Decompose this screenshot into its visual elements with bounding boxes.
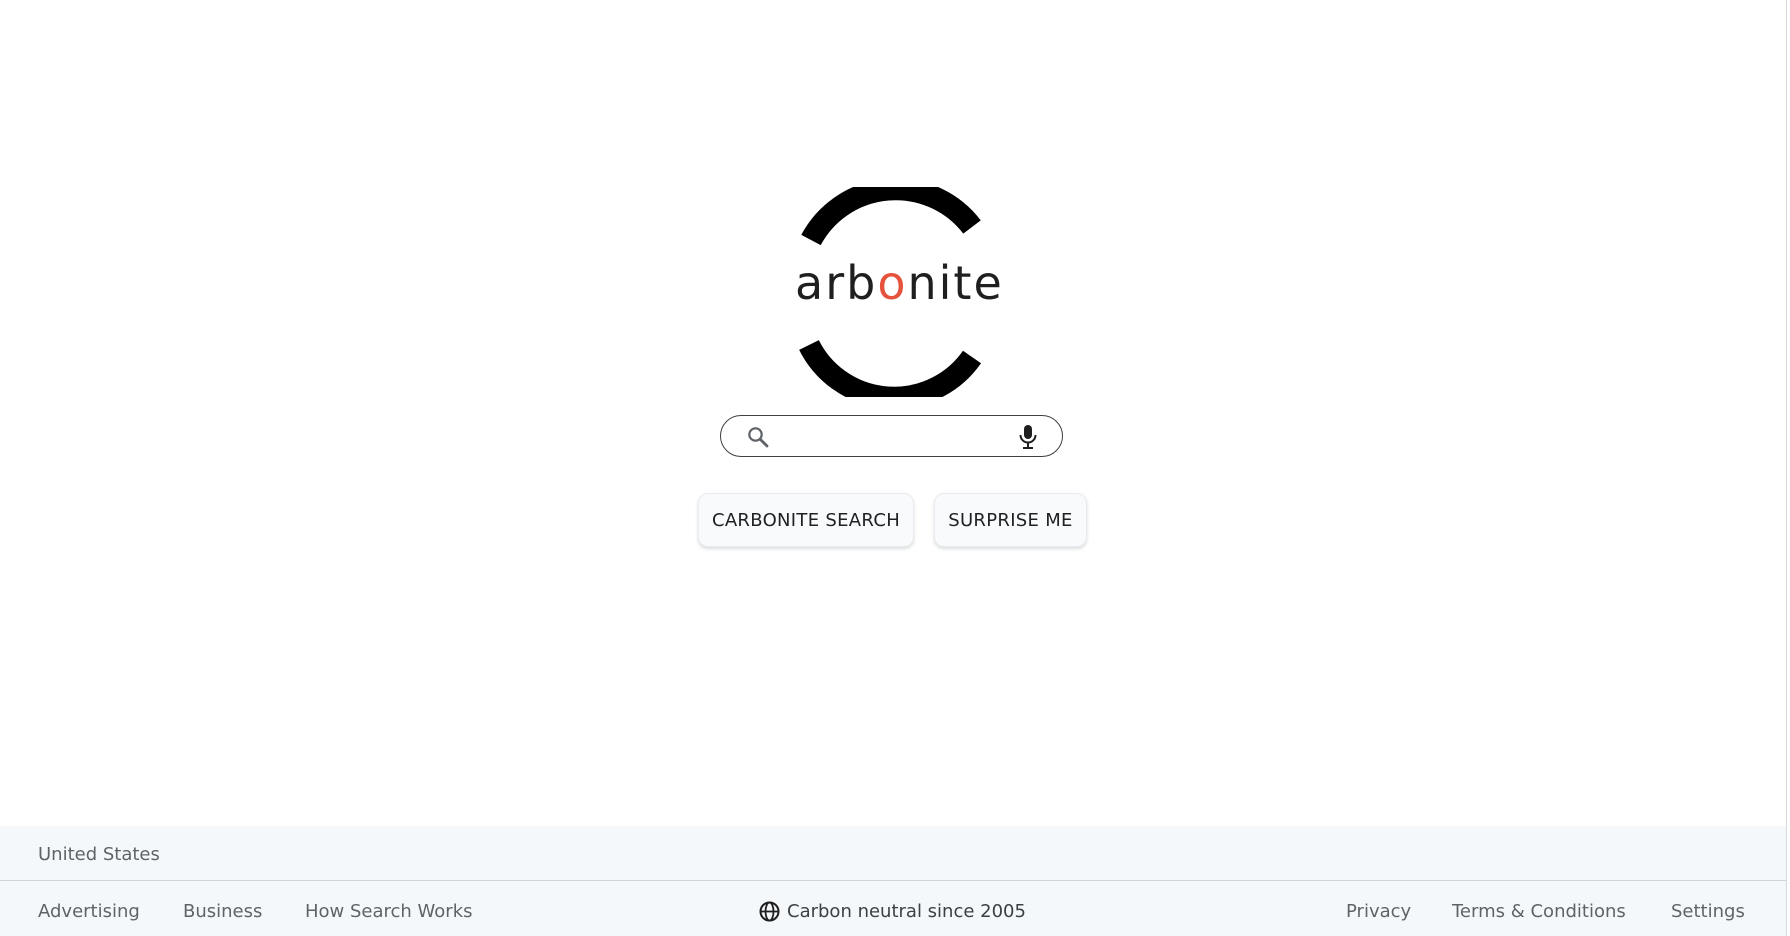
carbonite-search-button[interactable]: CARBONITE SEARCH	[698, 493, 914, 547]
logo-text-end: nite	[907, 256, 1004, 310]
surprise-me-button[interactable]: SURPRISE ME	[934, 493, 1087, 547]
country-label: United States	[38, 844, 160, 865]
carbon-neutral-text: Carbon neutral since 2005	[787, 901, 1026, 922]
footer: United States Advertising Business How S…	[0, 826, 1786, 936]
settings-link[interactable]: Settings	[1671, 901, 1745, 922]
page-edge-divider	[1786, 0, 1787, 936]
business-link[interactable]: Business	[183, 901, 262, 922]
mic-icon[interactable]	[1016, 424, 1040, 450]
search-input[interactable]	[779, 422, 1003, 452]
search-home-page: arbonite CARBONITE SEARCH SURPRISE ME Un…	[0, 0, 1790, 936]
globe-icon	[759, 901, 780, 922]
advertising-link[interactable]: Advertising	[38, 901, 140, 922]
search-box[interactable]	[720, 415, 1063, 457]
privacy-link[interactable]: Privacy	[1346, 901, 1411, 922]
logo-text-start: arb	[795, 256, 878, 310]
footer-country-bar: United States	[0, 826, 1786, 881]
footer-links-bar: Advertising Business How Search Works Ca…	[0, 881, 1786, 936]
logo-wordmark: arbonite	[795, 260, 1002, 306]
how-search-works-link[interactable]: How Search Works	[305, 901, 473, 922]
search-icon	[748, 427, 769, 448]
logo-text-accent: o	[877, 256, 908, 310]
carbonite-logo: arbonite	[795, 187, 1002, 397]
terms-and-conditions-link[interactable]: Terms & Conditions	[1452, 901, 1626, 922]
